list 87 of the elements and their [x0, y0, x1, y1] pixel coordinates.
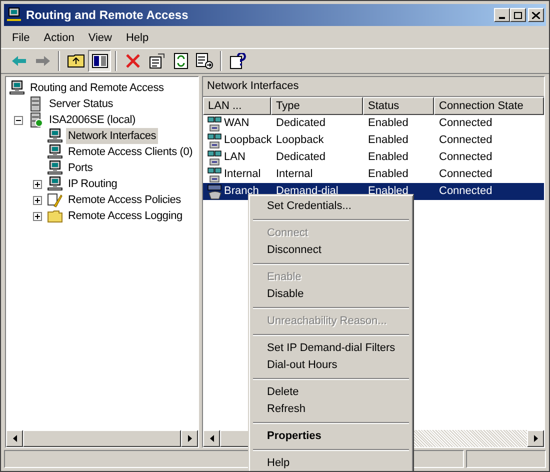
close-icon [532, 12, 540, 18]
table-cell-text: Enabled [368, 167, 408, 182]
tree-item[interactable]: Remote Access Clients (0) [66, 144, 195, 160]
modem-icon [207, 184, 223, 200]
table-cell-text: Enabled [368, 184, 408, 200]
computer-icon [47, 160, 63, 176]
network-icon [207, 166, 223, 182]
menu-item[interactable]: Dial-out Hours [252, 357, 410, 374]
menu-item[interactable]: Set IP Demand-dial Filters [252, 340, 410, 357]
table-row[interactable]: Loopback Loopback Enabled Connected [203, 132, 544, 149]
maximize-icon [514, 12, 522, 18]
network-icon [207, 132, 223, 148]
scroll-left-button[interactable] [6, 430, 23, 447]
table-cell-text: Connected [439, 184, 492, 200]
maximize-button[interactable] [510, 8, 526, 22]
menu-item[interactable]: Disconnect [252, 242, 410, 259]
computer-icon [47, 128, 63, 144]
export-list-button[interactable] [193, 50, 216, 72]
tree-item[interactable]: Server Status [47, 96, 116, 112]
table-cell-text: WAN [224, 116, 250, 132]
column-header[interactable]: Type [271, 97, 363, 115]
computer-icon [9, 80, 25, 96]
collapse-toggle[interactable] [14, 116, 23, 124]
network-icon [207, 150, 223, 166]
tree-item[interactable]: Network Interfaces [66, 128, 158, 144]
table-row[interactable]: Internal Internal Enabled Connected [203, 166, 544, 183]
column-header[interactable]: Connection State [434, 97, 544, 115]
column-header[interactable]: Status [363, 97, 434, 115]
network-icon [207, 116, 223, 132]
table-cell-text: Branch [224, 184, 259, 200]
computer-icon [47, 144, 63, 160]
left-arrow-icon [210, 435, 214, 442]
table-cell-text: Enabled [368, 150, 408, 166]
menu-item[interactable]: Disable [252, 286, 410, 303]
left-arrow-icon [12, 435, 16, 442]
menu-item[interactable]: Action [36, 29, 82, 47]
menu-item[interactable]: Set Credentials... [252, 198, 410, 215]
table-cell-text: Enabled [368, 116, 408, 132]
table-cell-text: LAN [224, 150, 246, 166]
right-arrow-icon [188, 435, 192, 442]
table-cell-text: Demand-dial [276, 184, 338, 200]
tree-item[interactable]: Routing and Remote Access [28, 80, 166, 96]
left-arrow-icon [10, 55, 26, 67]
table-cell-text: Enabled [368, 133, 408, 148]
tree-item[interactable]: ISA2006SE (local) [47, 112, 138, 128]
table-cell-text: Loopback [224, 133, 272, 148]
show-tree-button[interactable] [88, 50, 111, 72]
expand-toggle[interactable] [33, 196, 42, 204]
table-cell-text: Connected [439, 133, 492, 148]
tree-item[interactable]: Ports [66, 160, 95, 176]
expand-toggle[interactable] [33, 212, 42, 220]
menu-item[interactable]: Help [118, 29, 156, 47]
expand-toggle[interactable] [33, 180, 42, 188]
table-row[interactable]: LAN Dedicated Enabled Connected [203, 149, 544, 166]
computer-icon [47, 176, 63, 192]
policy-icon [47, 192, 63, 208]
scroll-right-button[interactable] [181, 430, 198, 447]
server-icon [28, 112, 44, 128]
table-cell-text: Dedicated [276, 150, 326, 166]
table-cell-text: Internal [276, 167, 313, 182]
tree-item[interactable]: Remote Access Policies [66, 192, 183, 208]
table-cell-text: Connected [439, 116, 492, 132]
close-button[interactable] [528, 8, 544, 22]
tree-item[interactable]: Remote Access Logging [66, 208, 184, 224]
window-title: Routing and Remote Access [26, 7, 190, 24]
right-arrow-icon [34, 55, 50, 67]
column-header[interactable]: LAN ... [203, 97, 271, 115]
table-cell-text: Dedicated [276, 116, 326, 132]
table-cell-text: Internal [224, 167, 261, 182]
table-cell-text: Connected [439, 150, 492, 166]
pane-title: Network Interfaces [207, 79, 299, 94]
minimize-button[interactable] [494, 8, 510, 22]
table-cell-text: Loopback [276, 133, 324, 148]
right-arrow-icon [534, 435, 538, 442]
table-cell-text: Connected [439, 167, 492, 182]
tree-item[interactable]: IP Routing [66, 176, 120, 192]
menu-item[interactable]: Delete [252, 384, 410, 401]
menu-item[interactable]: Refresh [252, 401, 410, 418]
menu-item[interactable]: Help [252, 455, 410, 471]
table-row[interactable]: WAN Dedicated Enabled Connected [203, 115, 544, 132]
menu-item[interactable]: View [81, 29, 119, 47]
folder-icon [47, 208, 63, 224]
scroll-left-button[interactable] [203, 430, 220, 447]
scroll-thumb[interactable] [23, 430, 181, 447]
scroll-right-button[interactable] [527, 430, 544, 447]
computer-icon [6, 7, 22, 23]
menu-item[interactable]: File [5, 29, 37, 47]
